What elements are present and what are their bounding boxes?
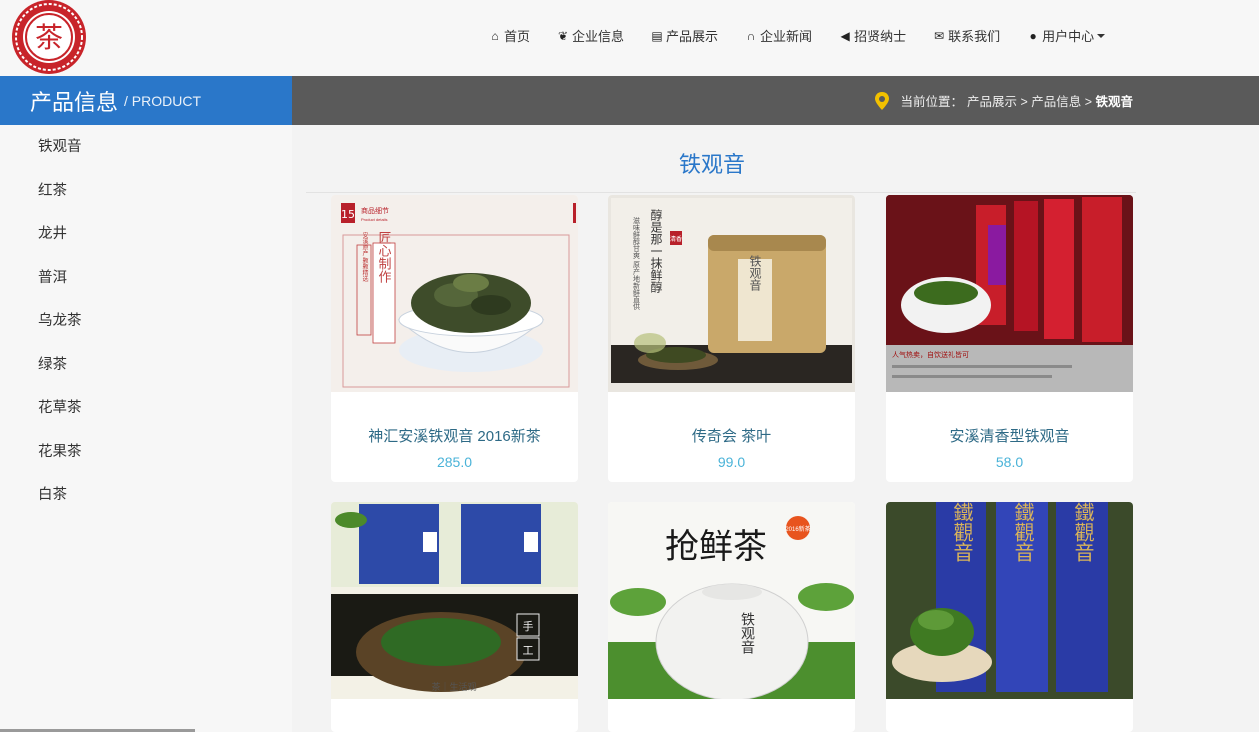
main-nav: ⌂ 首页 ❦ 企业信息 ▤ 产品展示 ∩ 企业新闻 ◀ 招贤纳士 ✉ 联系我们 …: [488, 26, 1131, 45]
image-caption: 工: [523, 645, 534, 657]
section-title: 产品信息 / PRODUCT: [0, 76, 292, 125]
image-caption: 商品细节: [361, 206, 389, 215]
image-caption: 人气热卖，自饮送礼皆可: [892, 350, 969, 359]
product-card[interactable]: 人气热卖，自饮送礼皆可 安溪清香型铁观音 58.0: [886, 195, 1133, 482]
image-caption: 匠心制作: [377, 231, 392, 283]
sidebar-item-green-tea[interactable]: 绿茶: [0, 344, 292, 388]
leaf-icon: ❦: [557, 28, 569, 43]
sidebar-item-puer[interactable]: 普洱: [0, 257, 292, 301]
breadcrumb-prefix: 当前位置：: [900, 95, 963, 109]
product-card[interactable]: 醇是那一抹鲜醇 滋味鲜醇甘爽 原产地新鲜直供 清香 铁观音 传奇会 茶叶 99.…: [608, 195, 855, 482]
image-caption: 鐵觀音: [1071, 502, 1094, 562]
image-caption: 安溪原产 颗颗精选: [361, 231, 368, 283]
product-card[interactable]: 抢鲜茶 2016新茶 铁观音: [608, 502, 855, 732]
sidebar-item-oolong[interactable]: 乌龙茶: [0, 300, 292, 344]
sidebar-item-tieguanyin[interactable]: 铁观音: [0, 126, 292, 170]
nav-recruit[interactable]: ◀ 招贤纳士: [838, 26, 906, 45]
product-price: 99.0: [717, 454, 746, 470]
sidebar-item-herbal-tea[interactable]: 花草茶: [0, 387, 292, 431]
page-title: 铁观音: [678, 152, 745, 177]
svg-text:茶: 茶: [35, 21, 63, 54]
nav-company-info[interactable]: ❦ 企业信息: [556, 26, 624, 45]
home-icon: ⌂: [491, 28, 499, 43]
headphones-icon: ∩: [746, 28, 756, 43]
image-caption: 鐵觀音: [1011, 502, 1034, 562]
svg-text:15: 15: [341, 208, 355, 221]
image-caption: 醇是那一抹鲜醇: [649, 208, 663, 293]
sidebar-item-longjing[interactable]: 龙井: [0, 213, 292, 257]
product-card[interactable]: 15 商品细节 Product details 安溪原产 颗颗精选 匠心制作 神…: [331, 195, 578, 482]
product-image[interactable]: 15 商品细节 Product details 安溪原产 颗颗精选 匠心制作: [331, 195, 578, 392]
breadcrumb-path[interactable]: 产品展示 > 产品信息 >: [967, 91, 1096, 110]
product-image[interactable]: 醇是那一抹鲜醇 滋味鲜醇甘爽 原产地新鲜直供 清香 铁观音: [608, 195, 855, 392]
cart-icon: ▤: [651, 28, 663, 43]
nav-products[interactable]: ▤ 产品展示: [650, 26, 718, 45]
nav-home[interactable]: ⌂ 首页: [488, 26, 530, 45]
product-image[interactable]: 鐵觀音 鐵觀音 鐵觀音: [886, 502, 1133, 699]
nav-label: 产品展示: [666, 29, 719, 44]
product-list-area: 铁观音 15 商品细节 Product details 安溪原产 颗颗精选 匠心…: [292, 125, 1259, 732]
image-caption: 滋味鲜醇甘爽 原产地新鲜直供: [633, 216, 641, 311]
image-caption: 抢鲜茶: [665, 527, 767, 567]
product-card[interactable]: 手 工 茶｜生活观: [331, 502, 578, 732]
top-navbar: 茶 ⌂ 首页 ❦ 企业信息 ▤ 产品展示 ∩ 企业新闻 ◀ 招贤纳士 ✉ 联系我…: [0, 0, 1259, 76]
nav-label: 联系我们: [948, 29, 1001, 44]
sidebar-item-white-tea[interactable]: 白茶: [0, 474, 292, 518]
image-badge: 清香: [670, 235, 682, 243]
nav-user-center[interactable]: ● 用户中心: [1026, 26, 1106, 45]
section-title-text: 产品信息: [30, 89, 119, 115]
divider: [306, 192, 1136, 193]
image-caption: 铁观音: [748, 255, 762, 292]
envelope-icon: ✉: [934, 28, 945, 43]
product-name[interactable]: 传奇会 茶叶: [608, 425, 855, 446]
image-caption: 鐵觀音: [950, 502, 973, 562]
product-name[interactable]: 安溪清香型铁观音: [886, 425, 1133, 446]
product-price: 58.0: [995, 454, 1024, 470]
nav-label: 用户中心: [1042, 29, 1095, 44]
chevron-down-icon: [1097, 33, 1106, 38]
nav-news[interactable]: ∩ 企业新闻: [744, 26, 812, 45]
product-card[interactable]: 鐵觀音 鐵觀音 鐵觀音: [886, 502, 1133, 732]
sidebar-item-fruit-tea[interactable]: 花果茶: [0, 431, 292, 475]
image-caption-en: Product details: [361, 217, 387, 222]
product-image[interactable]: 人气热卖，自饮送礼皆可: [886, 195, 1133, 392]
breadcrumb: 当前位置： 产品展示 > 产品信息 > 铁观音: [874, 76, 1133, 125]
user-icon: ●: [1029, 28, 1037, 43]
product-image[interactable]: 手 工 茶｜生活观: [331, 502, 578, 699]
product-image[interactable]: 抢鲜茶 2016新茶 铁观音: [608, 502, 855, 701]
image-caption: 手: [523, 619, 534, 633]
nav-label: 首页: [504, 29, 531, 44]
brand-logo[interactable]: 茶: [10, 0, 90, 76]
nav-contact[interactable]: ✉ 联系我们: [932, 26, 1000, 45]
nav-label: 企业新闻: [760, 29, 813, 44]
product-name[interactable]: 神汇安溪铁观音 2016新茶: [331, 425, 578, 446]
image-caption: 茶｜生活观: [431, 681, 476, 692]
location-pin-icon: [875, 91, 890, 110]
page-header-band: 产品信息 / PRODUCT 当前位置： 产品展示 > 产品信息 > 铁观音: [0, 76, 1259, 125]
nav-label: 企业信息: [572, 29, 625, 44]
image-badge: 2016新茶: [785, 525, 810, 533]
image-caption: 铁观音: [740, 612, 756, 654]
section-subtitle: / PRODUCT: [124, 92, 202, 109]
bullhorn-icon: ◀: [840, 28, 850, 43]
product-price: 285.0: [436, 454, 473, 470]
category-sidebar: 铁观音 红茶 龙井 普洱 乌龙茶 绿茶 花草茶 花果茶 白茶: [0, 125, 292, 732]
nav-label: 招贤纳士: [854, 29, 907, 44]
breadcrumb-current: 铁观音: [1095, 95, 1133, 109]
sidebar-item-black-tea[interactable]: 红茶: [0, 170, 292, 214]
